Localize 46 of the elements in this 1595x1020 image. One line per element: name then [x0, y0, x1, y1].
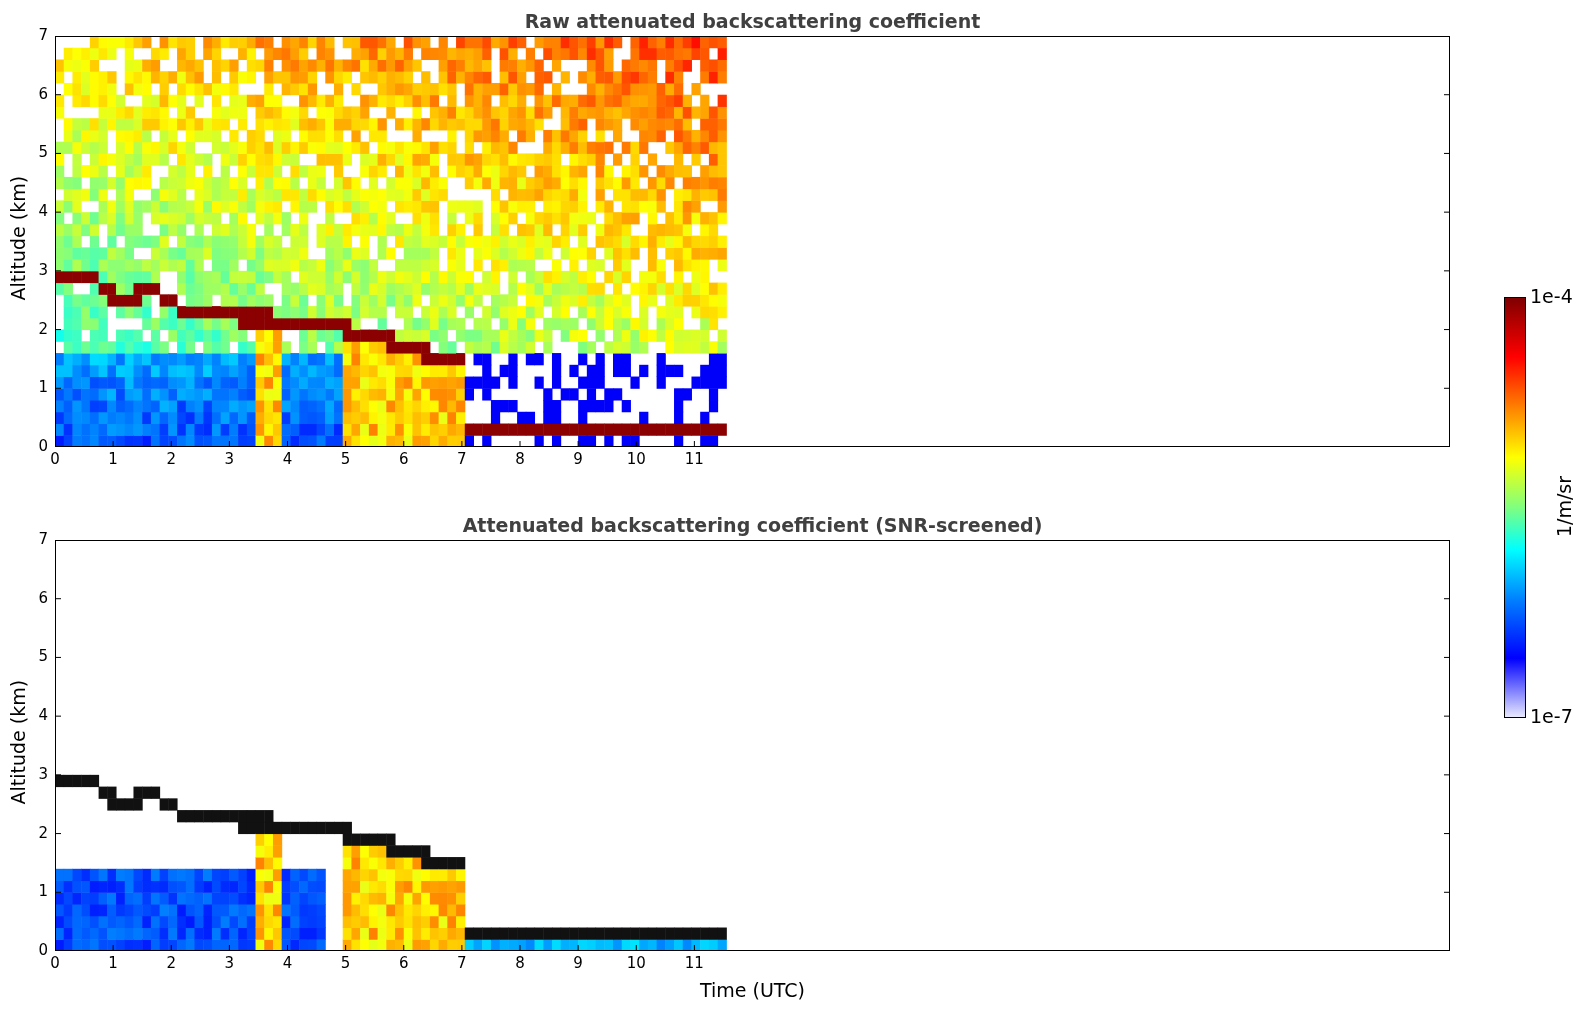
x-tick-label: 9 [572, 452, 584, 467]
y-tick-label: 1 [38, 884, 48, 900]
x-tick-label: 11 [683, 956, 705, 971]
colorbar-min-label: 1e-7 [1530, 707, 1573, 726]
x-tick-label: 7 [456, 452, 468, 467]
x-tick-label: 11 [683, 452, 705, 467]
y-tick-label: 3 [38, 262, 48, 278]
y-tick-label: 2 [38, 825, 48, 841]
x-axis-label: Time (UTC) [700, 981, 805, 1000]
x-tick-label: 0 [49, 956, 61, 971]
x-tick-label: 5 [339, 452, 352, 467]
x-tick-label: 1 [107, 452, 119, 467]
x-tick-label: 8 [514, 452, 526, 467]
colorbar-max-label: 1e-4 [1530, 287, 1573, 306]
x-tick-label: 5 [339, 956, 352, 971]
x-tick-label: 1 [107, 956, 119, 971]
y-tick-label: 6 [38, 590, 48, 606]
x-tick-label: 2 [165, 452, 177, 467]
y-tick-label: 6 [38, 86, 48, 102]
plot-title: Attenuated backscattering coefficient (SNR-screened) [462, 512, 1043, 538]
x-tick-label: 10 [625, 452, 647, 467]
y-tick-label: 2 [38, 321, 48, 337]
x-tick-label: 4 [281, 956, 294, 971]
y-tick-label: 7 [38, 28, 48, 43]
y-tick-label: 7 [38, 532, 48, 547]
x-tick-label: 6 [397, 956, 410, 971]
x-tick-label: 9 [572, 956, 584, 971]
x-tick-label: 8 [514, 956, 526, 971]
y-tick-label: 4 [38, 708, 48, 724]
colorbar-label: 1/m/sr [1554, 474, 1574, 540]
x-tick-label: 3 [223, 452, 236, 467]
x-tick-label: 6 [397, 452, 410, 467]
y-tick-label: 5 [38, 649, 48, 665]
plot-title: Raw attenuated backscattering coefficient [524, 8, 981, 34]
x-tick-label: 2 [165, 956, 177, 971]
y-tick-label: 0 [38, 439, 48, 454]
y-tick-label: 1 [38, 380, 48, 396]
y-tick-label: 5 [38, 145, 48, 161]
x-tick-label: 10 [625, 956, 647, 971]
x-tick-label: 0 [49, 452, 61, 467]
x-tick-label: 4 [281, 452, 294, 467]
y-tick-label: 0 [38, 943, 48, 958]
y-tick-label: 4 [38, 204, 48, 220]
x-tick-label: 3 [223, 956, 236, 971]
x-tick-label: 7 [456, 956, 468, 971]
y-tick-label: 3 [38, 766, 48, 782]
